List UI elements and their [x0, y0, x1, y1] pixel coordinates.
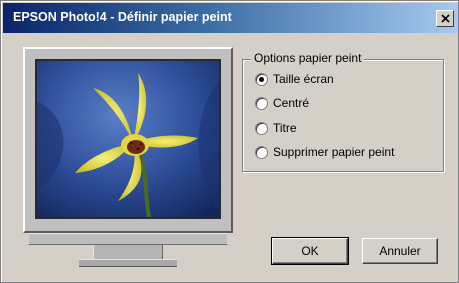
- window-title: EPSON Photo!4 - Définir papier peint: [13, 10, 232, 24]
- radio-centre[interactable]: Centré: [255, 95, 309, 111]
- flower-image: [37, 61, 219, 217]
- cancel-button[interactable]: Annuler: [362, 238, 438, 264]
- close-button[interactable]: [436, 10, 454, 27]
- monitor-foot: [79, 259, 177, 267]
- wallpaper-options-group: Options papier peint Taille écran Centré…: [242, 51, 444, 172]
- wallpaper-preview-image: [35, 59, 221, 219]
- radio-label: Taille écran: [273, 72, 334, 86]
- monitor-base: [29, 233, 227, 245]
- close-icon: [440, 14, 450, 23]
- radio-label: Titre: [273, 121, 297, 135]
- ok-button[interactable]: OK: [271, 237, 349, 265]
- radio-supprimer[interactable]: Supprimer papier peint: [255, 144, 394, 160]
- radio-label: Centré: [273, 96, 310, 110]
- monitor-bezel: [23, 47, 233, 233]
- group-legend: Options papier peint: [251, 51, 365, 65]
- radio-button[interactable]: [255, 72, 268, 86]
- radio-button[interactable]: [255, 121, 268, 135]
- wallpaper-dialog: EPSON Photo!4 - Définir papier peint Opt…: [0, 0, 459, 283]
- radio-button[interactable]: [255, 145, 268, 159]
- radio-titre[interactable]: Titre: [255, 120, 297, 136]
- radio-taille-ecran[interactable]: Taille écran: [255, 71, 334, 87]
- monitor-stand: [93, 245, 163, 259]
- radio-button[interactable]: [255, 96, 268, 110]
- radio-label: Supprimer papier peint: [273, 145, 395, 159]
- title-bar[interactable]: EPSON Photo!4 - Définir papier peint: [3, 3, 458, 33]
